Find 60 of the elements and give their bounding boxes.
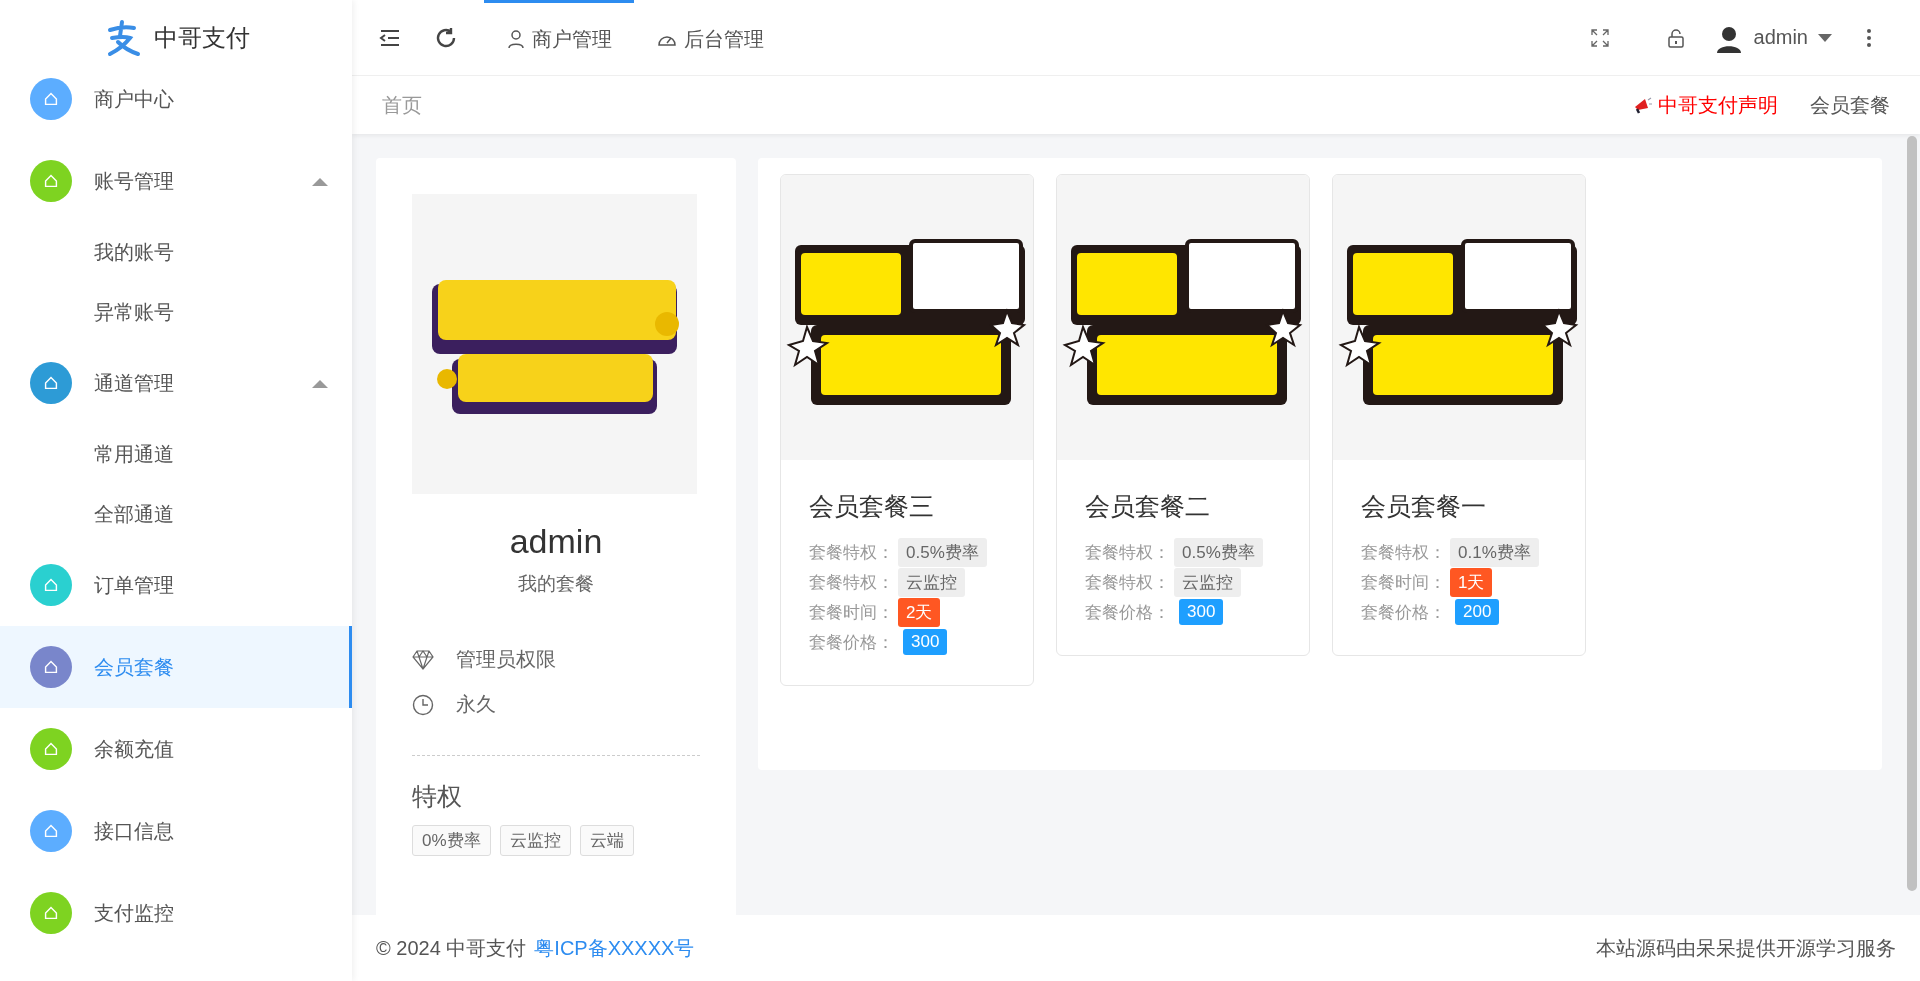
- package-value: 300: [903, 629, 948, 655]
- privilege-tag: 云监控: [499, 825, 571, 856]
- package-label: 套餐价格：: [1085, 601, 1170, 624]
- package-value: 200: [1455, 599, 1500, 625]
- package-label: 套餐特权：: [809, 541, 894, 564]
- package-value: 0.5%费率: [1174, 537, 1263, 567]
- notice-link[interactable]: 中哥支付声明: [1658, 91, 1778, 119]
- sidebar-item[interactable]: 余额充值: [0, 708, 352, 790]
- package-title: 会员套餐三: [809, 491, 935, 522]
- credit-text: 本站源码由呆呆提供开源学习服务: [1596, 935, 1896, 961]
- profile-subtitle: 我的套餐: [517, 572, 595, 596]
- package-value: 2天: [898, 597, 941, 627]
- package-label: 套餐价格：: [1361, 601, 1446, 624]
- sidebar-subitem[interactable]: 全部通道: [0, 484, 352, 544]
- package-label: 套餐时间：: [809, 601, 894, 624]
- sidebar-item[interactable]: 接口信息: [0, 790, 352, 872]
- package-label: 套餐时间：: [1361, 571, 1446, 594]
- sidebar-item[interactable]: 订单管理: [0, 544, 352, 626]
- user-icon: [506, 29, 526, 49]
- package-value: 云监控: [898, 567, 965, 597]
- package-label: 套餐特权：: [1361, 541, 1446, 564]
- package-label: 套餐特权：: [1085, 571, 1170, 594]
- package-label: 套餐价格：: [809, 631, 894, 654]
- page-link[interactable]: 会员套餐: [1810, 91, 1890, 119]
- sidebar-item[interactable]: 商户中心: [0, 58, 352, 140]
- package-label: 套餐特权：: [809, 571, 894, 594]
- package-value: 0.5%费率: [898, 537, 987, 567]
- more-icon[interactable]: [1866, 27, 1872, 48]
- role-text: 管理员权限: [456, 647, 556, 672]
- diamond-icon: [412, 649, 434, 670]
- package-title: 会员套餐二: [1085, 491, 1211, 522]
- privilege-tag: 0%费率: [412, 825, 491, 856]
- user-menu[interactable]: admin: [1713, 22, 1832, 53]
- sidebar-subitem[interactable]: 常用通道: [0, 424, 352, 484]
- privilege-tag: 云端: [579, 825, 634, 856]
- copyright-text: © 2024 中哥支付: [376, 935, 527, 961]
- sidebar-subitem[interactable]: 我的账号: [0, 222, 352, 282]
- package-card[interactable]: 会员套餐一 套餐特权： 0.1%费率 套餐时间： 1天 套餐价格： 200: [1332, 174, 1586, 656]
- fullscreen-icon[interactable]: [1589, 27, 1610, 48]
- sidebar-item[interactable]: 账号管理: [0, 140, 352, 222]
- caret-icon: [1818, 33, 1832, 42]
- logo-text: 中哥支付: [154, 23, 250, 53]
- package-label: 套餐特权：: [1085, 541, 1170, 564]
- scrollbar[interactable]: [1907, 136, 1917, 891]
- package-card[interactable]: 会员套餐二 套餐特权： 0.5%费率 套餐特权： 云监控 套餐价格： 300: [1056, 174, 1310, 656]
- profile-name: admin: [508, 522, 604, 561]
- package-value: 300: [1179, 599, 1224, 625]
- package-value: 云监控: [1174, 567, 1241, 597]
- duration-text: 永久: [456, 692, 496, 717]
- sidebar-subitem[interactable]: 异常账号: [0, 282, 352, 342]
- sidebar-item[interactable]: 支付监控: [0, 872, 352, 954]
- package-value: 0.1%费率: [1450, 537, 1539, 567]
- package-title: 会员套餐一: [1361, 491, 1487, 522]
- lock-icon[interactable]: [1665, 27, 1686, 48]
- header-tab[interactable]: 后台管理: [634, 0, 786, 75]
- privileges-title: 特权: [412, 781, 463, 812]
- package-card[interactable]: 会员套餐三 套餐特权： 0.5%费率 套餐特权： 云监控 套餐时间： 2天 套餐价格： 300: [780, 174, 1034, 686]
- package-value: 1天: [1450, 567, 1493, 597]
- clock-icon: [412, 693, 434, 716]
- sidebar-item[interactable]: 通道管理: [0, 342, 352, 424]
